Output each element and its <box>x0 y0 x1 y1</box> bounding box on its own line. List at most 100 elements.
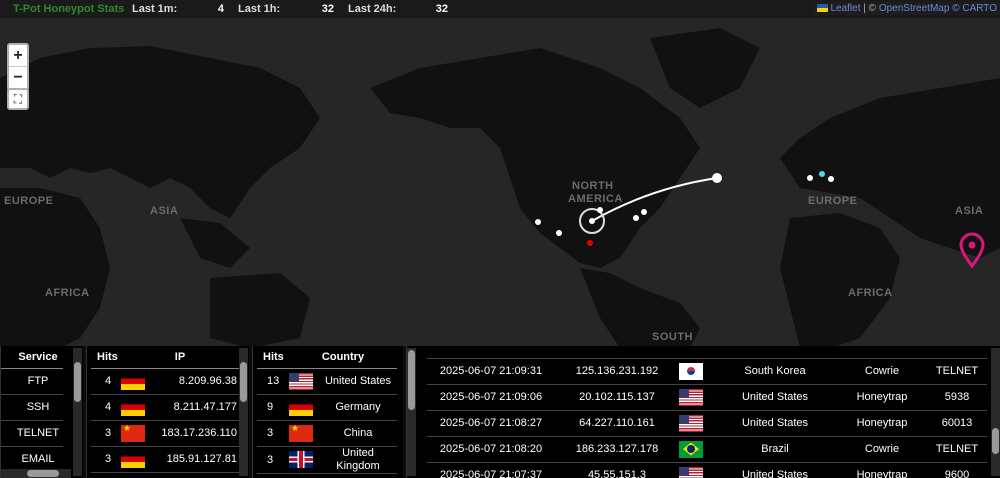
time-cell: 2025-06-07 21:07:37 <box>427 462 555 478</box>
country-panel[interactable]: Hits Country 13 United States 9 Germany … <box>252 346 403 478</box>
table-row: 9 Germany <box>257 394 397 421</box>
carto-link[interactable]: © CARTO <box>949 3 997 14</box>
label-north: NORTH <box>572 180 614 192</box>
country-cell: United States <box>319 368 397 395</box>
ip-hits-header: Hits <box>91 346 121 369</box>
usa-flag-icon <box>679 466 703 478</box>
events-table: 2025-06-07 21:09:31 125.136.231.192 Sout… <box>427 346 987 478</box>
china-flag-icon <box>121 423 145 442</box>
port-cell: 5938 <box>927 384 987 411</box>
osm-link[interactable]: OpenStreetMap <box>879 3 950 14</box>
germany-flag-icon <box>121 450 145 468</box>
time-cell: 2025-06-07 21:09:31 <box>427 358 555 385</box>
ip-cell: 8.209.96.38 <box>149 368 239 395</box>
port-cell: TELNET <box>927 436 987 463</box>
label-europe-left: EUROPE <box>4 195 53 207</box>
ip-cell: 64.227.110.161 <box>555 410 679 437</box>
china-flag-icon <box>289 423 313 442</box>
time-cell: 2025-06-07 21:08:27 <box>427 410 555 437</box>
ip-cell: 125.136.231.192 <box>555 358 679 385</box>
label-africa-left: AFRICA <box>45 287 90 299</box>
table-row: 2025-06-07 21:09:06 20.102.115.137 Unite… <box>427 384 987 411</box>
ip-scrollbar[interactable] <box>239 348 248 476</box>
last-1h-value: 32 <box>321 3 334 15</box>
country-header: Country <box>289 346 397 369</box>
last-24h-value: 32 <box>435 3 448 15</box>
target-dot[interactable] <box>712 173 722 183</box>
services-panel[interactable]: Service FTP SSH TELNET EMAIL <box>0 346 83 478</box>
last-1m-label: Last 1m: <box>132 3 178 15</box>
marker-dot[interactable] <box>807 175 813 181</box>
ip-cell: 45.55.151.3 <box>555 462 679 478</box>
marker-dot[interactable] <box>535 219 541 225</box>
hits-cell: 3 <box>91 446 121 473</box>
leaflet-link[interactable]: Leaflet <box>830 3 860 14</box>
ip-cell: 185.91.127.81 <box>149 446 239 473</box>
ip-cell: 186.233.127.178 <box>555 436 679 463</box>
marker-dot[interactable] <box>633 215 639 221</box>
last-1h-label: Last 1h: <box>238 3 281 15</box>
services-hscrollbar[interactable] <box>1 469 71 478</box>
table-row: 2025-06-07 21:07:37 45.55.151.3 United S… <box>427 462 987 478</box>
hits-cell: 4 <box>91 368 121 395</box>
events-scrollbar[interactable] <box>991 348 1000 476</box>
table-row: 4 8.209.96.38 <box>91 368 239 395</box>
country-cell: United States <box>713 384 837 411</box>
marker-dot[interactable] <box>641 209 647 215</box>
world-map-svg: EUROPE ASIA AFRICA NORTH AMERICA EUROPE … <box>0 18 1000 348</box>
marker-dot[interactable] <box>828 176 834 182</box>
marker-dot[interactable] <box>597 207 603 213</box>
ukraine-flag-icon <box>817 4 829 12</box>
country-hits-header: Hits <box>257 346 289 369</box>
attack-map[interactable]: EUROPE ASIA AFRICA NORTH AMERICA EUROPE … <box>0 18 1000 348</box>
service-item: TELNET <box>1 420 63 447</box>
services-scrollbar[interactable] <box>73 348 82 476</box>
service-item: FTP <box>1 368 63 395</box>
honeypot-cell: Cowrie <box>837 436 927 463</box>
table-row: 3 China <box>257 420 397 447</box>
country-cell: United States <box>713 410 837 437</box>
label-asia-right: ASIA <box>955 205 983 217</box>
ip-panel[interactable]: Hits IP 4 8.209.96.38 4 8.211.47.177 3 1… <box>86 346 249 478</box>
table-row: 2025-06-07 21:09:31 125.136.231.192 Sout… <box>427 358 987 385</box>
table-row: 2025-06-07 21:08:27 64.227.110.161 Unite… <box>427 410 987 437</box>
country-cell: Germany <box>319 394 397 421</box>
honeypot-cell: Honeytrap <box>837 462 927 478</box>
table-row: 13 United States <box>257 368 397 395</box>
map-attribution: Leaflet | © OpenStreetMap © CARTO <box>814 2 1000 15</box>
hits-cell: 3 <box>257 446 289 474</box>
country-cell: United States <box>713 462 837 478</box>
last-1m-value: 4 <box>217 3 224 15</box>
marker-dot-red[interactable] <box>587 240 593 246</box>
country-cell: China <box>319 420 397 447</box>
germany-flag-icon <box>121 372 145 390</box>
ip-cell: 20.102.115.137 <box>555 384 679 411</box>
marker-dot-cyan[interactable] <box>819 171 825 177</box>
table-row: 3 United Kingdom <box>257 446 397 474</box>
label-america: AMERICA <box>568 193 623 205</box>
events-left-scrollbar[interactable] <box>407 348 416 476</box>
table-row: 4 8.211.47.177 <box>91 394 239 421</box>
hits-cell: 9 <box>257 394 289 421</box>
hits-cell: 13 <box>257 368 289 395</box>
attack-origin-dot[interactable] <box>589 218 595 224</box>
zoom-control: + − <box>7 43 29 91</box>
service-item: SSH <box>1 394 63 421</box>
marker-dot[interactable] <box>556 230 562 236</box>
country-cell: South Korea <box>713 358 837 385</box>
time-cell: 2025-06-07 21:08:20 <box>427 436 555 463</box>
table-row: 3 185.91.127.81 <box>91 446 239 473</box>
south-korea-flag-icon <box>679 362 703 380</box>
events-panel[interactable]: 2025-06-07 21:09:31 125.136.231.192 Sout… <box>406 346 1000 478</box>
zoom-in-button[interactable]: + <box>9 45 27 67</box>
zoom-out-button[interactable]: − <box>9 67 27 89</box>
label-africa-right: AFRICA <box>848 287 893 299</box>
fullscreen-icon[interactable]: ⛶ <box>7 88 29 110</box>
hits-cell: 4 <box>91 394 121 421</box>
table-row: 2025-06-07 21:08:20 186.233.127.178 Braz… <box>427 436 987 463</box>
usa-flag-icon <box>289 372 313 390</box>
honeypot-cell: Honeytrap <box>837 410 927 437</box>
stats-panels: Service FTP SSH TELNET EMAIL Hits IP 4 8… <box>0 346 1000 478</box>
brazil-flag-icon <box>679 440 703 458</box>
honeypot-cell: Cowrie <box>837 358 927 385</box>
